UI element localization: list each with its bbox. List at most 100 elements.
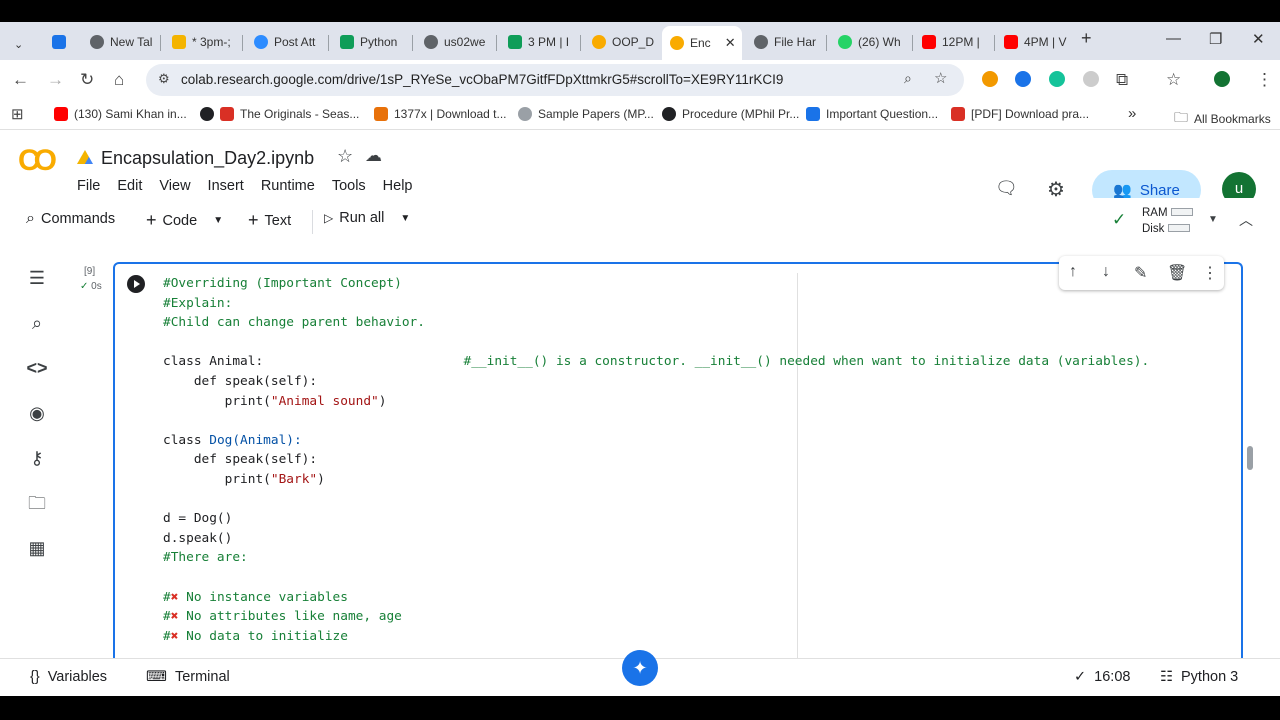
menu-tools[interactable]: Tools: [332, 178, 366, 194]
tab-12[interactable]: 4PM | V: [996, 28, 1072, 56]
tab-3[interactable]: Post Att: [246, 28, 326, 56]
minimize-button[interactable]: —: [1166, 30, 1181, 47]
tab-1[interactable]: New Tal: [82, 28, 156, 56]
tab-search-button[interactable]: ⌄: [6, 30, 31, 58]
bookmarks-icon[interactable]: ☆: [1166, 70, 1181, 90]
bookmark-item[interactable]: Sample Papers (MP...: [518, 107, 654, 121]
tab-10[interactable]: (26) Wh: [830, 28, 910, 56]
zoom-lens-icon[interactable]: ⌕: [904, 70, 912, 87]
puzzle-icon[interactable]: ⧉: [1116, 70, 1128, 90]
delete-icon[interactable]: 🗑: [1167, 263, 1187, 283]
tab-5[interactable]: us02we: [416, 28, 494, 56]
sheets-icon: [508, 35, 522, 49]
gemini-sparkle-button[interactable]: ✦: [622, 650, 658, 686]
tab-6[interactable]: 3 PM | I: [500, 28, 578, 56]
cloud-saved-icon[interactable]: ☁: [365, 146, 382, 166]
add-code-button[interactable]: + Code ▼: [146, 210, 223, 231]
terminal-button[interactable]: ⌨ Terminal: [146, 669, 230, 685]
cross-mark-icon: ✖: [170, 609, 179, 625]
forward-icon[interactable]: →: [47, 70, 64, 90]
folder-icon: 🗀: [1174, 109, 1188, 125]
menu-edit[interactable]: Edit: [117, 178, 142, 194]
home-icon[interactable]: ⌂: [114, 70, 124, 90]
extension-icon[interactable]: [982, 71, 998, 87]
all-bookmarks[interactable]: 🗀 All Bookmarks: [1174, 107, 1271, 131]
folder-icon[interactable]: 🗀: [26, 492, 48, 514]
grammarly-icon[interactable]: [1049, 71, 1065, 87]
bookmark-item[interactable]: The Originals - Seas...: [200, 107, 359, 121]
plus-icon: +: [146, 210, 157, 230]
menu-insert[interactable]: Insert: [208, 178, 244, 194]
variables-button[interactable]: {} Variables: [30, 669, 107, 685]
close-icon[interactable]: ✕: [725, 35, 736, 51]
window-close-button[interactable]: ✕: [1252, 30, 1265, 48]
site-icon: [518, 107, 532, 121]
maximize-button[interactable]: ❐: [1209, 30, 1222, 48]
drive-icon[interactable]: [77, 150, 93, 164]
bookmark-star-icon[interactable]: ☆: [934, 69, 947, 87]
resource-monitor[interactable]: RAM Disk: [1142, 205, 1193, 237]
left-rail: ☰ ⌕ <> ◉ ⚷ 🗀 ▦: [0, 244, 74, 658]
tab-4[interactable]: Python: [332, 28, 410, 56]
variables-inspector-icon[interactable]: ◉: [26, 402, 48, 424]
back-icon[interactable]: ←: [12, 70, 29, 90]
chevron-down-icon: ⌄: [14, 38, 24, 51]
address-bar[interactable]: ⚙ colab.research.google.com/drive/1sP_RY…: [146, 64, 964, 96]
chevron-down-icon[interactable]: ▼: [213, 215, 223, 226]
comment-icon[interactable]: 🗨: [995, 178, 1018, 199]
table-icon[interactable]: ▦: [26, 537, 48, 559]
add-text-button[interactable]: + Text: [248, 210, 291, 231]
menu-view[interactable]: View: [159, 178, 190, 194]
chevron-down-icon[interactable]: ▼: [1208, 214, 1218, 225]
code-line: class: [163, 432, 210, 448]
menu-runtime[interactable]: Runtime: [261, 178, 315, 194]
tab-pinned[interactable]: [44, 28, 74, 56]
globe-icon: [200, 107, 214, 121]
bookmark-item[interactable]: 1377x | Download t...: [374, 107, 507, 121]
table-of-contents-icon[interactable]: ☰: [26, 267, 48, 289]
bookmark-item[interactable]: Important Question...: [806, 107, 938, 121]
extension-icon[interactable]: [1015, 71, 1031, 87]
url-text[interactable]: colab.research.google.com/drive/1sP_RYeS…: [181, 72, 783, 87]
bookmarks-bar: ⊞ (130) Sami Khan in... The Originals - …: [0, 100, 1280, 130]
kernel-status[interactable]: ☷ Python 3: [1160, 669, 1238, 685]
collapse-icon[interactable]: ︿: [1239, 210, 1253, 230]
key-icon[interactable]: ⚷: [26, 447, 48, 469]
commands-button[interactable]: ⌕ Commands: [26, 210, 115, 228]
tab-active-encapsulation[interactable]: Enc ✕: [662, 26, 742, 60]
reload-icon[interactable]: ↻: [80, 70, 94, 90]
bookmark-item[interactable]: Procedure (MPhil Pr...: [662, 107, 799, 121]
more-bookmarks-icon[interactable]: »: [1128, 105, 1136, 122]
tab-2[interactable]: * 3pm-;: [164, 28, 238, 56]
code-editor[interactable]: #Overriding (Important Concept) #Explain…: [163, 274, 1149, 646]
tab-11[interactable]: 12PM |: [914, 28, 992, 56]
code-string: "Animal sound": [270, 393, 379, 409]
run-all-button[interactable]: ▷ Run all ▼: [324, 210, 410, 226]
more-vert-icon[interactable]: ⋮: [1256, 70, 1273, 90]
chevron-down-icon[interactable]: ▼: [400, 213, 410, 224]
new-tab-button[interactable]: +: [1081, 28, 1092, 49]
star-icon[interactable]: ☆: [337, 146, 353, 167]
page-scrollbar[interactable]: [1247, 446, 1253, 470]
code-snippets-icon[interactable]: <>: [26, 357, 48, 379]
site-info-icon[interactable]: ⚙: [158, 71, 170, 87]
cross-mark-icon: ✖: [170, 589, 179, 605]
notebook-title[interactable]: Encapsulation_Day2.ipynb: [101, 148, 314, 169]
code-line: #There are:: [163, 550, 248, 566]
bookmark-item[interactable]: [PDF] Download pra...: [951, 107, 1089, 121]
globe-icon: [424, 35, 438, 49]
search-icon: ⌕: [26, 210, 35, 227]
find-replace-icon[interactable]: ⌕: [26, 312, 48, 334]
menu-file[interactable]: File: [77, 178, 100, 194]
colab-logo[interactable]: CO: [18, 144, 57, 178]
more-vert-icon[interactable]: ⋮: [1202, 263, 1218, 283]
tab-9[interactable]: File Har: [746, 28, 824, 56]
tab-7[interactable]: OOP_D: [584, 28, 660, 56]
profile-icon[interactable]: [1214, 71, 1230, 87]
menu-help[interactable]: Help: [383, 178, 413, 194]
apps-grid-icon[interactable]: ⊞: [11, 105, 24, 123]
bookmark-item[interactable]: (130) Sami Khan in...: [54, 107, 187, 121]
execution-status[interactable]: ✓ 16:08: [1074, 669, 1130, 685]
run-cell-button[interactable]: [127, 275, 145, 293]
extension-icon[interactable]: [1083, 71, 1099, 87]
